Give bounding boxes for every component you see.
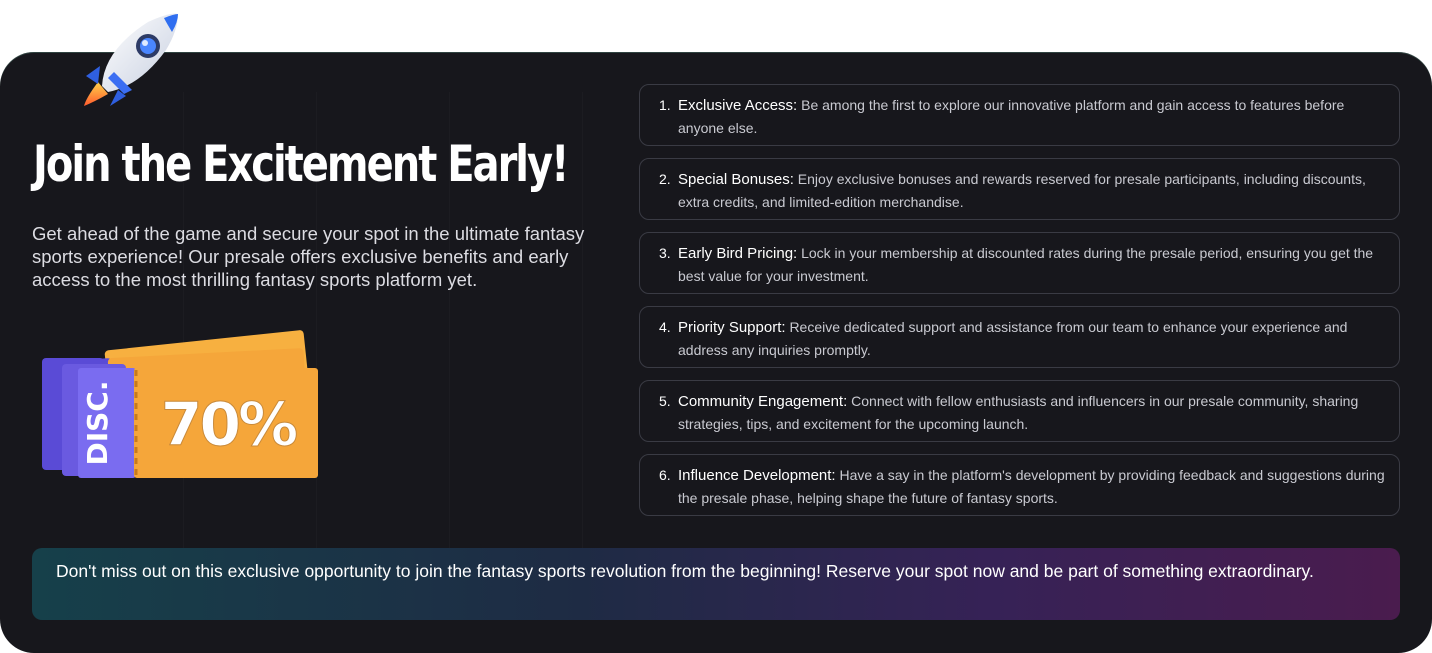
benefit-number: 6. — [659, 467, 671, 483]
benefit-number: 5. — [659, 393, 671, 409]
cta-banner: Don't miss out on this exclusive opportu… — [32, 548, 1400, 620]
background-grid-line — [582, 92, 583, 613]
benefit-text: Priority Support: Receive dedicated supp… — [678, 316, 1387, 367]
benefit-number: 3. — [659, 245, 671, 261]
rocket-icon — [84, 13, 178, 106]
page-title: Join the Excitement Early! — [33, 135, 569, 193]
benefit-text: Early Bird Pricing: Lock in your members… — [678, 242, 1387, 293]
benefit-text: Influence Development: Have a say in the… — [678, 464, 1387, 515]
ticket-label: DISC. — [81, 380, 114, 465]
benefit-item: 5. Community Engagement: Connect with fe… — [639, 380, 1400, 442]
benefit-title: Exclusive Access: — [678, 97, 798, 114]
benefit-number: 1. — [659, 97, 671, 113]
benefit-title: Early Bird Pricing: — [678, 245, 798, 262]
benefit-title: Priority Support: — [678, 319, 786, 336]
benefit-number: 4. — [659, 319, 671, 335]
benefit-text: Exclusive Access: Be among the first to … — [678, 94, 1387, 145]
cta-banner-text: Don't miss out on this exclusive opportu… — [56, 561, 1314, 581]
benefit-text: Special Bonuses: Enjoy exclusive bonuses… — [678, 168, 1387, 219]
benefit-item: 2. Special Bonuses: Enjoy exclusive bonu… — [639, 158, 1400, 220]
benefit-number: 2. — [659, 171, 671, 187]
benefit-title: Community Engagement: — [678, 393, 848, 410]
benefit-title: Special Bonuses: — [678, 171, 794, 188]
benefit-text: Community Engagement: Connect with fello… — [678, 390, 1387, 441]
benefit-item: 3. Early Bird Pricing: Lock in your memb… — [639, 232, 1400, 294]
discount-ticket: DISC. 70% — [42, 330, 318, 478]
benefit-title: Influence Development: — [678, 467, 836, 484]
benefit-item: 6. Influence Development: Have a say in … — [639, 454, 1400, 516]
benefit-item: 1. Exclusive Access: Be among the first … — [639, 84, 1400, 146]
benefit-item: 4. Priority Support: Receive dedicated s… — [639, 306, 1400, 368]
ticket-discount-value: 70% — [161, 390, 297, 460]
benefits-list: 1. Exclusive Access: Be among the first … — [639, 84, 1400, 528]
hero-description: Get ahead of the game and secure your sp… — [32, 223, 585, 290]
